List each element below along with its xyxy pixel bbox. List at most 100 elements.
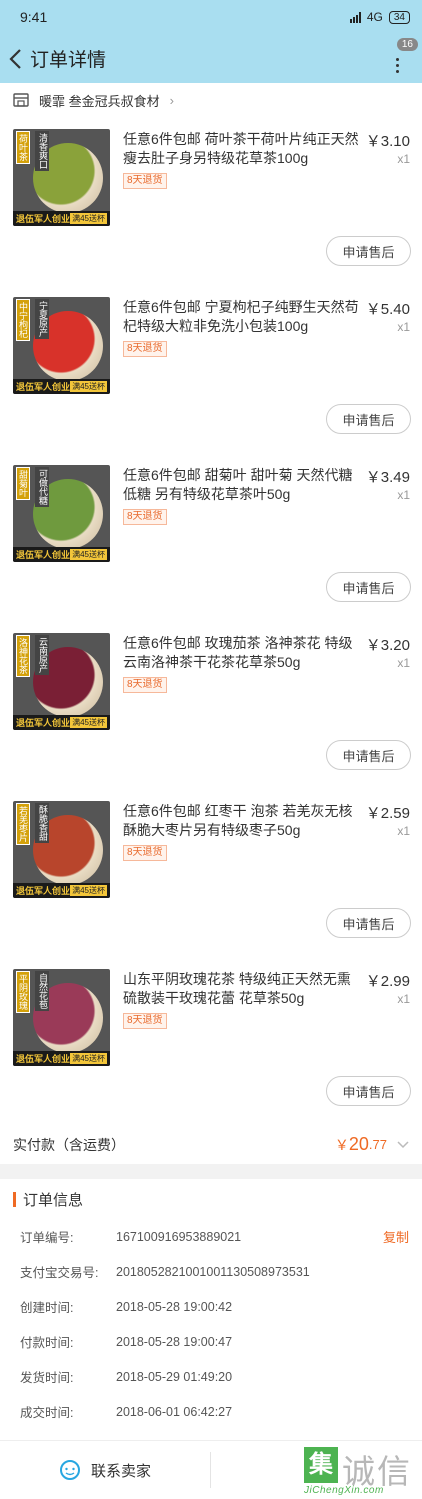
bottom-bar: 联系卖家 集 诚信 JiChengXin.com (0, 1440, 422, 1499)
watermark-logo: 集 诚信 JiChengXin.com (304, 1447, 420, 1497)
status-bar: 9:41 4G 34 (0, 0, 422, 34)
info-value: 2018-05-28 19:00:47 (116, 1334, 233, 1349)
image-top-label: 酥脆香甜 (35, 803, 49, 843)
image-band: 退伍军人创业 满45送杯 (13, 1051, 110, 1066)
info-key: 发货时间: (20, 1371, 74, 1385)
nav-bar: 订单详情 16 (0, 34, 422, 83)
image-badge: 满45送杯 (70, 213, 107, 224)
total-row[interactable]: 实付款（含运费） ￥ 20.77 (0, 1125, 422, 1164)
info-key: 订单编号: (20, 1231, 74, 1245)
page-title: 订单详情 (30, 50, 107, 71)
product-price: ￥2.99 (365, 973, 410, 990)
heading-accent (13, 1191, 16, 1207)
product-price: ￥5.40 (365, 301, 410, 318)
image-band-text: 退伍军人创业 (16, 550, 71, 560)
product-title[interactable]: 山东平阴玫瑰花茶 特级纯正天然无熏硫散装干玫瑰花蕾 花草茶50g (123, 970, 361, 1008)
return-policy-tag: 8天退货 (123, 845, 167, 861)
image-band: 退伍军人创业 满45送杯 (13, 379, 110, 394)
product-price: ￥2.59 (365, 805, 410, 822)
order-item[interactable]: 中宁枸杞 宁夏原产 退伍军人创业 满45送杯 任意6件包邮 宁夏枸杞子纯野生天然… (0, 285, 422, 453)
shop-name: 暖霏 叁金冠兵叔食材 (39, 93, 160, 109)
image-badge: 满45送杯 (70, 381, 107, 392)
info-value: 167100916953889021 (116, 1229, 242, 1244)
status-time: 9:41 (20, 9, 48, 25)
product-price: ￥3.10 (365, 133, 410, 150)
product-image[interactable]: 中宁枸杞 宁夏原产 退伍军人创业 满45送杯 (13, 297, 110, 394)
chevron-down-icon (397, 1140, 409, 1148)
product-image[interactable]: 平阴玫瑰 自然花苞 退伍军人创业 满45送杯 (13, 969, 110, 1066)
order-item[interactable]: 甜菊叶 可做代糖 退伍军人创业 满45送杯 任意6件包邮 甜菊叶 甜叶菊 天然代… (0, 453, 422, 621)
info-value: 2018052821001001130508973531 (116, 1264, 310, 1279)
signal-icon (349, 11, 361, 23)
more-icon (396, 57, 399, 73)
after-sale-button[interactable]: 申请售后 (326, 1076, 411, 1106)
watermark-mark: 集 (304, 1447, 338, 1483)
battery-level: 34 (393, 11, 405, 23)
image-band: 退伍军人创业 满45送杯 (13, 883, 110, 898)
product-title[interactable]: 任意6件包邮 红枣干 泡茶 若羌灰无核酥脆大枣片另有特级枣子50g (123, 802, 361, 840)
product-price: ￥3.49 (365, 469, 410, 486)
image-band-text: 退伍军人创业 (16, 718, 71, 728)
total-decimal: .77 (368, 1137, 387, 1152)
product-quantity: x1 (397, 320, 410, 334)
product-title[interactable]: 任意6件包邮 宁夏枸杞子纯野生天然苟杞特级大粒非免洗小包装100g (123, 298, 361, 336)
product-title[interactable]: 任意6件包邮 玫瑰茄茶 洛神茶花 特级云南洛神茶干花茶花草茶50g (123, 634, 361, 672)
after-sale-button[interactable]: 申请售后 (326, 740, 411, 770)
image-side-label: 中宁枸杞 (16, 299, 30, 341)
after-sale-button[interactable]: 申请售后 (326, 404, 411, 434)
network-label: 4G (366, 10, 383, 24)
info-value: 2018-05-29 01:49:20 (116, 1369, 233, 1384)
order-info-row: 创建时间: 2018-05-28 19:00:42 (0, 1289, 422, 1324)
copy-button[interactable]: 复制 (383, 1227, 409, 1246)
product-title[interactable]: 任意6件包邮 荷叶茶干荷叶片纯正天然瘦去肚子身另特级花草茶100g (123, 130, 361, 168)
status-indicators: 4G 34 (349, 10, 410, 24)
product-image[interactable]: 荷叶茶 清香爽口 退伍军人创业 满45送杯 (13, 129, 110, 226)
after-sale-button[interactable]: 申请售后 (326, 236, 411, 266)
store-icon (13, 93, 29, 107)
shop-row[interactable]: 暖霏 叁金冠兵叔食材 › (0, 83, 422, 117)
image-band: 退伍军人创业 满45送杯 (13, 547, 110, 562)
image-badge: 满45送杯 (70, 717, 107, 728)
product-title[interactable]: 任意6件包邮 甜菊叶 甜叶菊 天然代糖低糖 另有特级花草茶叶50g (123, 466, 361, 504)
image-side-label: 荷叶茶 (16, 131, 30, 164)
image-top-label: 可做代糖 (35, 467, 49, 507)
image-band-text: 退伍军人创业 (16, 382, 71, 392)
order-info-row: 发货时间: 2018-05-29 01:49:20 (0, 1359, 422, 1394)
image-band: 退伍军人创业 满45送杯 (13, 211, 110, 226)
order-item[interactable]: 若羌枣片 酥脆香甜 退伍军人创业 满45送杯 任意6件包邮 红枣干 泡茶 若羌灰… (0, 789, 422, 957)
info-key: 付款时间: (20, 1336, 74, 1350)
image-side-label: 洛神花茶 (16, 635, 30, 677)
top-bar: 9:41 4G 34 订单详情 16 (0, 0, 422, 83)
after-sale-button[interactable]: 申请售后 (326, 908, 411, 938)
product-quantity: x1 (397, 152, 410, 166)
image-top-label: 宁夏原产 (35, 299, 49, 339)
image-badge: 满45送杯 (70, 885, 107, 896)
product-image[interactable]: 甜菊叶 可做代糖 退伍军人创业 满45送杯 (13, 465, 110, 562)
product-image[interactable]: 洛神花茶 云南原产 退伍军人创业 满45送杯 (13, 633, 110, 730)
more-menu-button[interactable]: 16 (386, 37, 418, 74)
info-key: 创建时间: (20, 1301, 74, 1315)
contact-seller-button[interactable]: 联系卖家 (0, 1452, 211, 1488)
total-label: 实付款（含运费） (13, 1136, 125, 1153)
image-side-label: 平阴玫瑰 (16, 971, 30, 1013)
order-info-row: 成交时间: 2018-06-01 06:42:27 (0, 1394, 422, 1429)
info-key: 成交时间: (20, 1406, 74, 1420)
image-top-label: 云南原产 (35, 635, 49, 675)
contact-seller-label: 联系卖家 (90, 1462, 151, 1480)
order-item[interactable]: 平阴玫瑰 自然花苞 退伍军人创业 满45送杯 山东平阴玫瑰花茶 特级纯正天然无熏… (0, 957, 422, 1125)
order-info-row: 订单编号: 167100916953889021 复制 (0, 1219, 422, 1254)
order-item[interactable]: 荷叶茶 清香爽口 退伍军人创业 满45送杯 任意6件包邮 荷叶茶干荷叶片纯正天然… (0, 117, 422, 285)
back-icon[interactable] (6, 47, 24, 71)
total-integer: 20 (348, 1134, 369, 1154)
return-policy-tag: 8天退货 (123, 677, 167, 693)
order-info-heading: 订单信息 (0, 1179, 422, 1219)
order-item[interactable]: 洛神花茶 云南原产 退伍军人创业 满45送杯 任意6件包邮 玫瑰茄茶 洛神茶花 … (0, 621, 422, 789)
info-key: 支付宝交易号: (20, 1266, 99, 1280)
chevron-right-icon: › (169, 92, 174, 108)
image-band-text: 退伍军人创业 (16, 214, 71, 224)
product-image[interactable]: 若羌枣片 酥脆香甜 退伍军人创业 满45送杯 (13, 801, 110, 898)
item-list: 荷叶茶 清香爽口 退伍军人创业 满45送杯 任意6件包邮 荷叶茶干荷叶片纯正天然… (0, 117, 422, 1125)
return-policy-tag: 8天退货 (123, 1013, 167, 1029)
image-band: 退伍军人创业 满45送杯 (13, 715, 110, 730)
after-sale-button[interactable]: 申请售后 (326, 572, 411, 602)
